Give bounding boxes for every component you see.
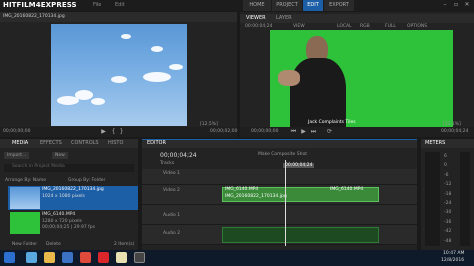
meter-left-channel	[425, 152, 440, 246]
app-icon-blue[interactable]	[62, 252, 73, 263]
menu-file[interactable]: File	[93, 2, 101, 8]
trimmer-preview-image	[51, 24, 187, 126]
media-item-2-info: 1280 x 720 pixels	[42, 219, 82, 224]
media-item-2-extra: 00;00;04;25 | 29.97 fps	[42, 225, 95, 230]
viewer-local[interactable]: LOCAL	[337, 24, 352, 29]
windows-start-icon[interactable]	[4, 252, 15, 263]
media-item-2-name: IMG_6140.MP4	[42, 212, 76, 217]
tab-media[interactable]: MEDIA	[12, 139, 28, 148]
person-hand	[278, 70, 300, 86]
new-button[interactable]: New	[52, 152, 68, 159]
trimmer-play-icon[interactable]: ▶	[100, 128, 107, 135]
trimmer-time-start: 00;00;00;00	[3, 129, 31, 134]
viewer-options[interactable]: OPTIONS	[407, 24, 427, 29]
tab-viewer[interactable]: VIEWER	[246, 14, 266, 23]
clip-audio-mp4[interactable]	[222, 227, 379, 243]
arrange-by-select[interactable]: Arrange By: Name	[5, 178, 46, 183]
file-explorer-icon[interactable]	[44, 252, 55, 263]
trimmer-zoom[interactable]: [12.5%]	[200, 122, 218, 127]
menu-edit[interactable]: Edit	[115, 2, 125, 8]
make-composite-button[interactable]: Make Composite Shot	[258, 152, 307, 157]
new-folder-button[interactable]: New Folder	[12, 242, 37, 247]
clip-label-1: IMG_6140.MP4	[225, 187, 259, 192]
track-label-audio-1: Audio 1	[163, 213, 181, 218]
playhead[interactable]	[285, 160, 286, 246]
playhead-tooltip: 00;00;04;24	[283, 163, 315, 168]
trimmer-out-icon[interactable]: }	[118, 128, 125, 135]
tab-controls[interactable]: CONTROLS	[71, 139, 99, 148]
track-audio-1	[142, 205, 417, 225]
meter-right-channel	[460, 152, 470, 246]
viewer-preview-image	[270, 30, 453, 127]
media-item-1-name: IMG_20160822_170134.jpg	[42, 187, 104, 192]
import-button[interactable]: Import...	[4, 152, 30, 159]
nav-edit[interactable]: EDIT	[303, 0, 323, 11]
viewer-full[interactable]: FULL	[385, 24, 396, 29]
media-item-count: 2 Item(s)	[114, 242, 135, 247]
viewer-caption: Jack Complaints Tiles	[308, 120, 356, 125]
firefox-icon[interactable]	[98, 252, 109, 263]
tab-history[interactable]: HISTO	[108, 139, 123, 148]
clip-label-3: IMG_6140.MP4	[330, 187, 364, 192]
track-label-video-1: Video 1	[163, 171, 180, 176]
nav-home[interactable]: HOME	[243, 0, 271, 11]
media-thumb-1	[10, 187, 40, 209]
hitfilm-taskbar-icon[interactable]	[134, 252, 145, 263]
tab-editor[interactable]: EDITOR	[147, 139, 166, 148]
group-by-select[interactable]: Group By: Folder	[68, 178, 105, 183]
nav-export[interactable]: EXPORT	[324, 0, 354, 11]
tab-layer[interactable]: LAYER	[276, 14, 292, 23]
tracks-label: Tracks	[160, 161, 175, 166]
taskbar-date: 12/8/2016	[441, 258, 465, 263]
viewer-rgb[interactable]: RGB	[360, 24, 370, 29]
maximize-icon[interactable]: ▫	[451, 1, 461, 9]
viewer-time-end: 00;00;04;24	[441, 129, 469, 134]
clip-label-2: IMG_20160822_170134.jpg	[225, 194, 287, 199]
viewer-skip-back-icon[interactable]: ⏮	[290, 128, 297, 135]
minimize-icon[interactable]: –	[440, 1, 450, 9]
meters-scale: 6 0 -6 -12 -18 -24 -30 -36 -42 -48	[444, 154, 452, 244]
editor-timecode: 00;00;04;24	[160, 152, 197, 159]
trimmer-filename: IMG_20160822_170134.jpg	[3, 14, 65, 19]
tab-effects[interactable]: EFFECTS	[40, 139, 62, 148]
track-video-1	[142, 169, 417, 185]
app-logo: HITFILM4EXPRESS	[3, 1, 77, 9]
notepad-icon[interactable]	[116, 252, 127, 263]
viewer-skip-forward-icon[interactable]: ⏭	[310, 128, 317, 135]
close-icon[interactable]: ✕	[462, 1, 472, 9]
viewer-timecode-top: 00:00:04;24	[245, 24, 273, 29]
meters-title: METERS	[425, 140, 446, 146]
viewer-zoom[interactable]: [51.1%]	[443, 122, 461, 127]
media-item-1-info: 1024 x 1080 pixels	[42, 194, 85, 199]
viewer-loop-icon[interactable]: ⟳	[326, 128, 333, 135]
chrome-icon[interactable]	[80, 252, 91, 263]
trimmer-time-end: 00;00;02;00	[210, 129, 238, 134]
media-search-input[interactable]: Search in Project Media	[4, 164, 134, 172]
viewer-play-icon[interactable]: ▶	[300, 128, 307, 135]
track-label-video-2: Video 2	[163, 188, 180, 193]
editor-tabbar	[142, 139, 417, 148]
person-body	[290, 58, 346, 127]
viewer-time-start: 00;00;00;00	[251, 129, 279, 134]
ie-icon[interactable]	[26, 252, 37, 263]
viewer-view[interactable]: VIEW	[293, 24, 305, 29]
track-label-audio-2: Audio 2	[163, 231, 181, 236]
trimmer-in-icon[interactable]: {	[110, 128, 117, 135]
nav-project[interactable]: PROJECT	[272, 0, 302, 11]
taskbar-time: 10:47 AM	[443, 251, 465, 256]
delete-button[interactable]: Delete	[46, 242, 61, 247]
